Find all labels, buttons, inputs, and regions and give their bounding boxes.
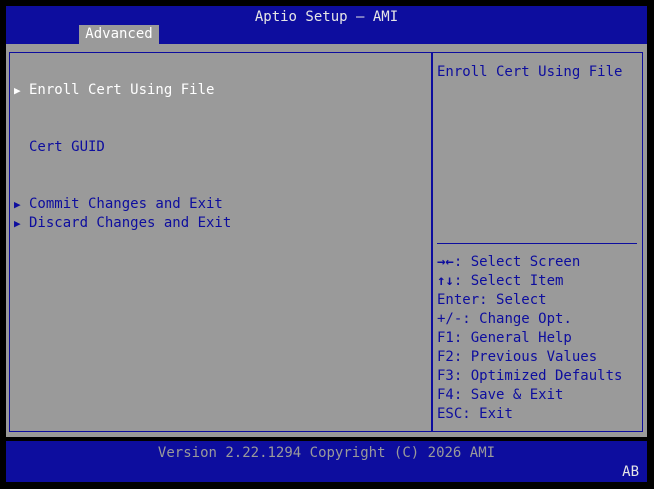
key-name: F4	[437, 387, 454, 403]
menu-item-discard-changes-and-exit[interactable]: ▶ Discard Changes and Exit	[10, 214, 231, 233]
menu-item-commit-changes-and-exit[interactable]: ▶ Commit Changes and Exit	[10, 195, 223, 214]
key-hint-save-exit: F4: Save & Exit	[437, 386, 622, 405]
key-name: F2	[437, 349, 454, 365]
menu-item-label: Commit Changes and Exit	[29, 196, 223, 212]
key-hint-select-screen: →←: Select Screen	[437, 253, 622, 272]
key-name: →←	[437, 254, 454, 270]
key-action: : Exit	[462, 406, 513, 422]
key-legend: →←: Select Screen ↑↓: Select Item Enter:…	[437, 253, 622, 424]
key-name: F3	[437, 368, 454, 384]
help-divider	[437, 243, 637, 244]
key-hint-change-opt: +/-: Change Opt.	[437, 310, 622, 329]
menu-item-label: Discard Changes and Exit	[29, 215, 232, 231]
help-panel: Enroll Cert Using File →←: Select Screen…	[432, 52, 643, 432]
menu-panel: ▶ Enroll Cert Using File Cert GUID ▶ Com…	[9, 52, 432, 432]
key-action: : Previous Values	[453, 349, 598, 365]
key-action: : Select	[479, 292, 547, 308]
app-title: Aptio Setup – AMI	[254, 9, 399, 25]
bios-screen: Aptio Setup – AMI Advanced ▶ Enroll Cert…	[0, 0, 654, 489]
key-action: : Save & Exit	[453, 387, 564, 403]
key-action: : Select Item	[453, 273, 564, 289]
key-hint-select-item: ↑↓: Select Item	[437, 272, 622, 291]
cert-guid-label: Cert GUID	[10, 138, 105, 157]
submenu-arrow-icon: ▶	[14, 198, 21, 211]
help-description: Enroll Cert Using File	[437, 64, 623, 80]
menu-item-enroll-cert-using-file[interactable]: ▶ Enroll Cert Using File	[10, 81, 214, 100]
key-hint-exit: ESC: Exit	[437, 405, 622, 424]
key-name: ESC	[437, 406, 463, 422]
key-action: : Select Screen	[453, 254, 581, 270]
key-action: : General Help	[453, 330, 572, 346]
key-hint-enter: Enter: Select	[437, 291, 622, 310]
key-name: ↑↓	[437, 273, 454, 289]
corner-indicator: AB	[622, 464, 639, 480]
key-action: : Change Opt.	[462, 311, 572, 327]
submenu-arrow-icon: ▶	[14, 84, 21, 97]
key-hint-general-help: F1: General Help	[437, 329, 622, 348]
menu-item-label: Enroll Cert Using File	[29, 82, 215, 98]
key-hint-previous-values: F2: Previous Values	[437, 348, 622, 367]
submenu-arrow-icon: ▶	[14, 217, 21, 230]
version-text: Version 2.22.1294 Copyright (C) 2026 AMI	[157, 445, 496, 461]
key-action: : Optimized Defaults	[453, 368, 623, 384]
footer-bar: Version 2.22.1294 Copyright (C) 2026 AMI…	[6, 441, 647, 482]
key-hint-optimized-defaults: F3: Optimized Defaults	[437, 367, 622, 386]
menu-item-label: Cert GUID	[29, 139, 105, 155]
key-name: Enter	[437, 292, 480, 308]
header-bar: Aptio Setup – AMI Advanced	[6, 6, 647, 44]
main-area: ▶ Enroll Cert Using File Cert GUID ▶ Com…	[6, 44, 647, 437]
tab-advanced[interactable]: Advanced	[79, 25, 159, 44]
key-name: F1	[437, 330, 454, 346]
key-name: +/-	[437, 311, 463, 327]
